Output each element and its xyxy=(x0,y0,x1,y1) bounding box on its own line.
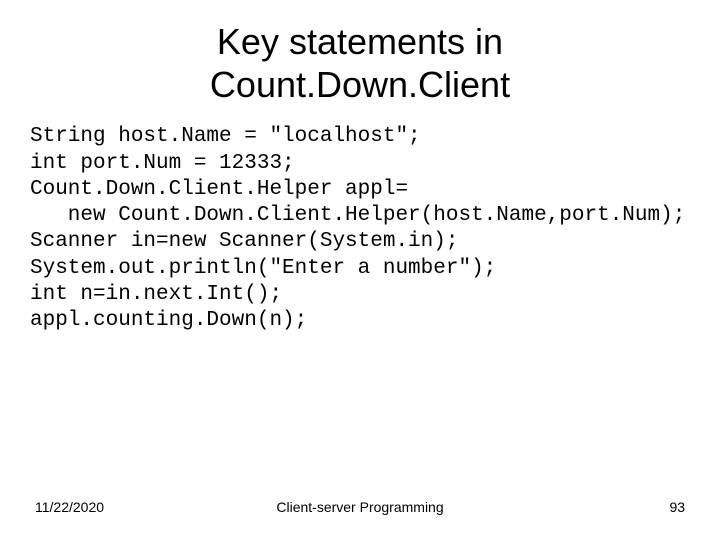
footer-subject: Client-server Programming xyxy=(252,499,469,515)
footer-date: 11/22/2020 xyxy=(35,499,252,515)
title-line-1: Key statements in xyxy=(217,21,503,62)
slide-container: Key statements in Count.Down.Client Stri… xyxy=(0,0,720,540)
code-block: String host.Name = "localhost"; int port… xyxy=(30,124,690,499)
footer-page-number: 93 xyxy=(468,499,685,515)
title-line-2: Count.Down.Client xyxy=(210,64,510,105)
slide-title: Key statements in Count.Down.Client xyxy=(30,20,690,106)
slide-footer: 11/22/2020 Client-server Programming 93 xyxy=(30,499,690,520)
